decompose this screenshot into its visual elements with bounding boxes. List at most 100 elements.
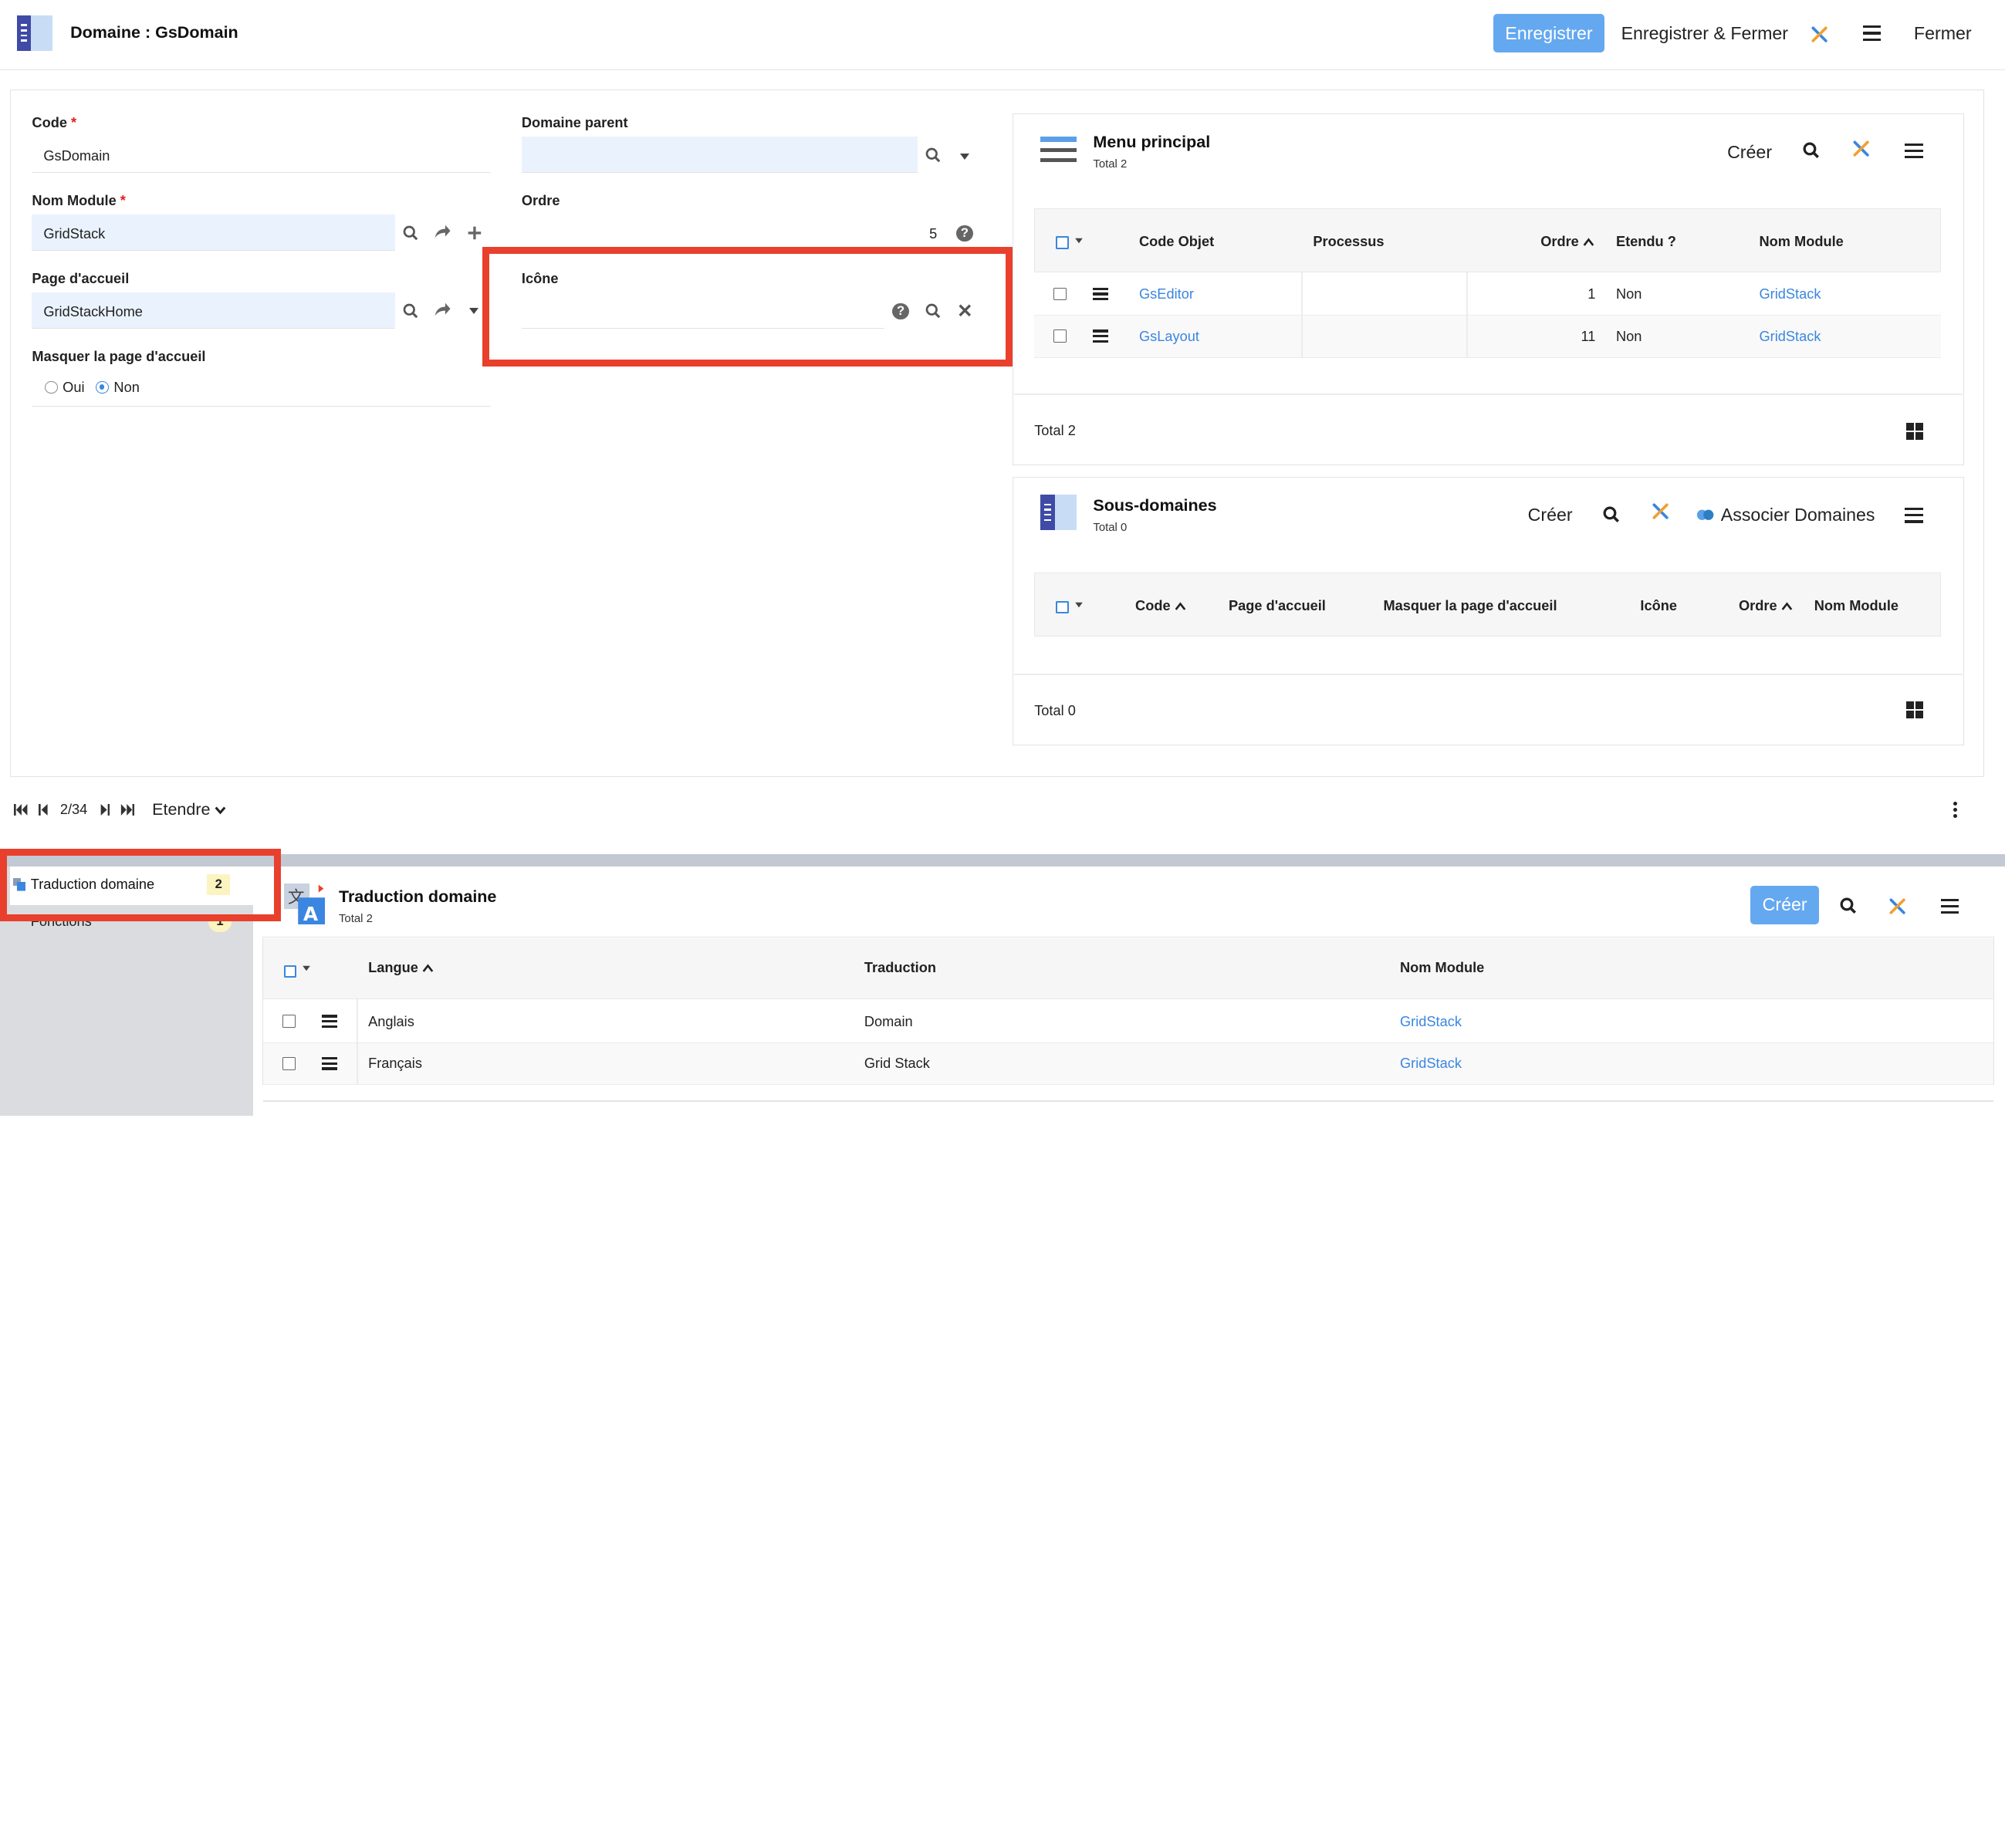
col-nom-module[interactable]: Nom Module bbox=[1814, 598, 1898, 614]
chevron-down-icon[interactable] bbox=[960, 153, 970, 160]
table-row[interactable]: Français Grid Stack GridStack bbox=[263, 1042, 1993, 1086]
first-page-icon[interactable] bbox=[14, 804, 28, 816]
grid-icon[interactable] bbox=[1905, 701, 1923, 718]
chevron-down-icon[interactable] bbox=[468, 308, 478, 314]
next-page-icon[interactable] bbox=[100, 804, 110, 816]
cell-traduction: Grid Stack bbox=[864, 1056, 930, 1072]
row-menu-icon[interactable] bbox=[322, 1057, 338, 1070]
cell-code[interactable]: GsEditor bbox=[1139, 286, 1194, 302]
save-button[interactable]: Enregistrer bbox=[1493, 14, 1605, 52]
grid-header bbox=[263, 938, 1993, 1000]
menu-icon[interactable] bbox=[1862, 25, 1881, 41]
share-icon[interactable] bbox=[434, 224, 451, 239]
menu-icon[interactable] bbox=[1940, 898, 1959, 914]
radio-non[interactable] bbox=[96, 380, 109, 394]
row-menu-icon[interactable] bbox=[1093, 329, 1109, 343]
card-title: Sous-domaines bbox=[1093, 495, 1217, 515]
col-nom-module[interactable]: Nom Module bbox=[1759, 234, 1843, 250]
create-button[interactable]: Créer bbox=[1750, 886, 1820, 924]
col-masquer[interactable]: Masquer la page d'accueil bbox=[1383, 598, 1557, 614]
chevron-down-icon[interactable] bbox=[1074, 238, 1083, 244]
help-icon[interactable]: ? bbox=[956, 225, 973, 242]
col-code-objet[interactable]: Code Objet bbox=[1139, 234, 1214, 250]
associate-button[interactable]: Associer Domaines bbox=[1721, 505, 1875, 525]
select-all-checkbox[interactable] bbox=[1056, 236, 1069, 250]
col-processus[interactable]: Processus bbox=[1313, 234, 1384, 250]
col-nom-module[interactable]: Nom Module bbox=[1400, 960, 1484, 976]
row-checkbox[interactable] bbox=[282, 1057, 296, 1070]
search-icon[interactable] bbox=[925, 303, 941, 319]
col-page-accueil[interactable]: Page d'accueil bbox=[1229, 598, 1326, 614]
cell-module[interactable]: GridStack bbox=[1400, 1014, 1462, 1030]
grid-icon[interactable] bbox=[1905, 423, 1923, 440]
select-all-checkbox[interactable] bbox=[283, 965, 297, 978]
select-all-checkbox[interactable] bbox=[1056, 600, 1069, 614]
col-ordre[interactable]: Ordre bbox=[1739, 598, 1793, 614]
col-code[interactable]: Code bbox=[1135, 598, 1186, 614]
footer-total: Total 0 bbox=[1034, 703, 1076, 719]
radio-oui[interactable] bbox=[44, 380, 58, 394]
chevron-down-icon[interactable] bbox=[1074, 603, 1083, 608]
menu-icon[interactable] bbox=[1905, 507, 1923, 523]
hide-home-radio-group: Oui Non bbox=[32, 370, 492, 407]
tools-icon[interactable] bbox=[1652, 502, 1669, 520]
code-field[interactable]: GsDomain bbox=[32, 137, 492, 173]
row-checkbox[interactable] bbox=[1053, 329, 1067, 343]
close-button[interactable]: Fermer bbox=[1914, 23, 1972, 44]
tools-icon[interactable] bbox=[1852, 140, 1870, 157]
sort-asc-icon bbox=[422, 963, 434, 972]
col-icone[interactable]: Icône bbox=[1640, 598, 1677, 614]
icon-field[interactable] bbox=[521, 292, 885, 329]
search-icon[interactable] bbox=[403, 303, 418, 319]
chevron-down-icon[interactable] bbox=[303, 965, 310, 971]
plus-icon[interactable] bbox=[467, 225, 482, 241]
cell-module[interactable]: GridStack bbox=[1759, 286, 1821, 302]
sort-asc-icon bbox=[1175, 602, 1185, 610]
row-checkbox[interactable] bbox=[1053, 287, 1067, 301]
menu-icon[interactable] bbox=[1905, 143, 1923, 159]
parent-field[interactable] bbox=[521, 137, 918, 173]
order-value: 5 bbox=[929, 226, 938, 242]
tools-icon[interactable] bbox=[1888, 897, 1906, 915]
col-etendu[interactable]: Etendu ? bbox=[1616, 234, 1676, 250]
row-menu-icon[interactable] bbox=[1093, 287, 1109, 301]
cell-traduction: Domain bbox=[864, 1013, 913, 1029]
col-langue[interactable]: Langue bbox=[368, 960, 434, 976]
col-traduction[interactable]: Traduction bbox=[864, 960, 936, 976]
search-icon[interactable] bbox=[925, 147, 941, 163]
order-field[interactable]: 5 bbox=[522, 215, 944, 250]
cell-code[interactable]: GsLayout bbox=[1139, 329, 1199, 345]
create-button[interactable]: Créer bbox=[1528, 505, 1573, 525]
help-icon[interactable]: ? bbox=[892, 302, 909, 320]
row-checkbox[interactable] bbox=[282, 1015, 296, 1028]
splitter[interactable] bbox=[0, 853, 2005, 867]
create-button[interactable]: Créer bbox=[1727, 142, 1772, 163]
home-field[interactable]: GridStackHome bbox=[32, 292, 395, 329]
more-vertical-icon[interactable] bbox=[1953, 801, 1959, 819]
prev-page-icon[interactable] bbox=[38, 804, 49, 816]
sort-asc-icon bbox=[1583, 237, 1594, 246]
home-value: GridStackHome bbox=[43, 304, 143, 320]
table-row[interactable]: Anglais Domain GridStack bbox=[263, 999, 1993, 1043]
cell-module[interactable]: GridStack bbox=[1400, 1056, 1462, 1072]
tools-icon[interactable] bbox=[1811, 25, 1828, 43]
save-close-button[interactable]: Enregistrer & Fermer bbox=[1621, 23, 1788, 44]
cell-module[interactable]: GridStack bbox=[1759, 329, 1821, 345]
search-icon[interactable] bbox=[1803, 142, 1820, 159]
search-icon[interactable] bbox=[1603, 506, 1620, 523]
last-page-icon[interactable] bbox=[120, 804, 134, 816]
order-label: Ordre bbox=[521, 193, 560, 209]
share-icon[interactable] bbox=[434, 302, 451, 317]
extend-dropdown[interactable]: Etendre bbox=[152, 800, 226, 819]
radio-oui-label: Oui bbox=[63, 380, 85, 395]
table-row[interactable]: GsEditor 1 Non GridStack bbox=[1034, 272, 1941, 316]
module-field[interactable]: GridStack bbox=[32, 215, 395, 251]
menu-list-icon bbox=[1040, 134, 1077, 167]
table-row[interactable]: GsLayout 11 Non GridStack bbox=[1034, 316, 1941, 358]
close-icon[interactable] bbox=[959, 304, 972, 317]
row-menu-icon[interactable] bbox=[322, 1015, 338, 1028]
search-icon[interactable] bbox=[403, 225, 418, 241]
panel-title: Traduction domaine bbox=[338, 887, 497, 906]
col-ordre[interactable]: Ordre bbox=[1540, 234, 1594, 250]
search-icon[interactable] bbox=[1840, 897, 1857, 914]
